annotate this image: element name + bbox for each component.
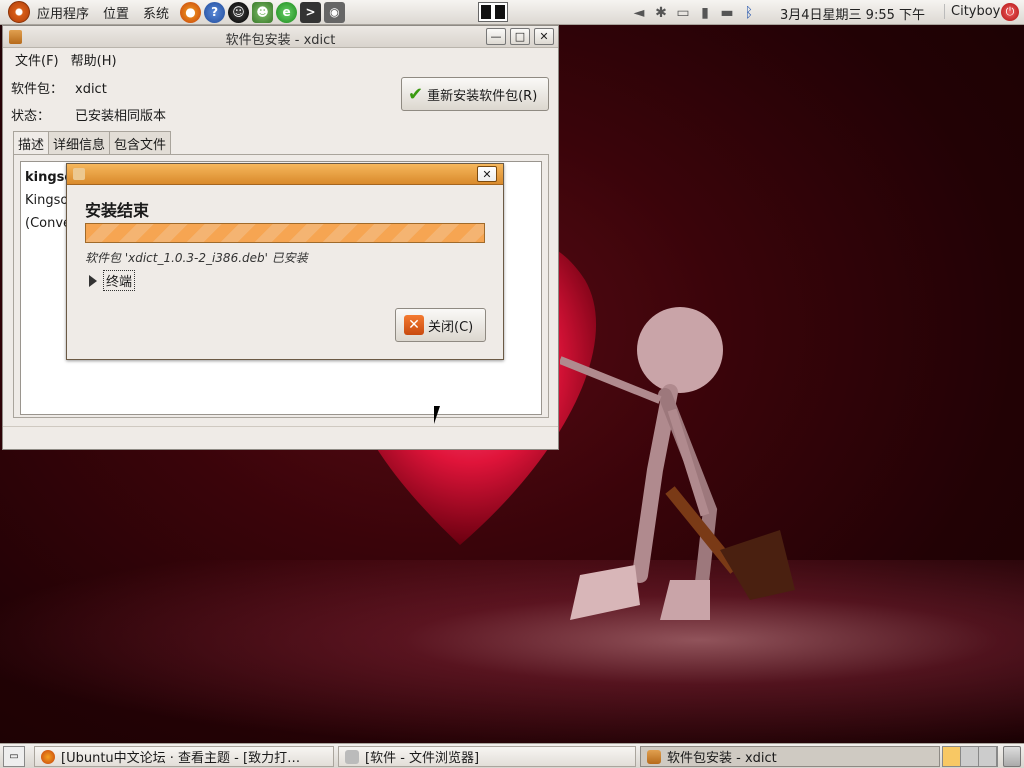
minimize-button[interactable]: — bbox=[486, 28, 506, 45]
workspace-pager[interactable] bbox=[942, 746, 998, 767]
progress-fill bbox=[86, 224, 484, 242]
volume-icon[interactable]: ◄ bbox=[630, 4, 648, 22]
firefox-icon[interactable]: ● bbox=[180, 1, 202, 23]
dialog-heading: 安装结束 bbox=[85, 201, 150, 220]
firefox-icon bbox=[41, 749, 55, 764]
folder-icon bbox=[345, 749, 359, 764]
task-label: [软件 - 文件浏览器] bbox=[365, 751, 480, 766]
help-icon[interactable]: ? bbox=[204, 1, 226, 23]
package-info: 软件包： xdict 状态： 已安装相同版本 bbox=[11, 76, 166, 130]
power-icon[interactable]: ⏻ bbox=[1001, 3, 1019, 21]
taskbar-item-installer[interactable]: 软件包安装 - xdict bbox=[640, 746, 940, 767]
status-value: 已安装相同版本 bbox=[75, 109, 167, 124]
reinstall-label: 重新安装软件包(R) bbox=[427, 88, 538, 104]
progress-bar bbox=[85, 223, 485, 243]
close-button-label: 关闭(C) bbox=[428, 319, 474, 335]
drive-icon[interactable]: ▬ bbox=[718, 4, 736, 22]
tab-description[interactable]: 描述 bbox=[13, 131, 50, 155]
wallpaper-floor bbox=[0, 560, 1024, 745]
show-desktop-icon[interactable]: ▭ bbox=[3, 745, 25, 767]
dialog-close-button[interactable]: ✕ 关闭(C) bbox=[395, 308, 486, 342]
bottom-panel: ▭ [Ubuntu中文论坛 · 查看主题 - [致力打… [软件 - 文件浏览器… bbox=[0, 743, 1024, 768]
window-title: 软件包安装 - xdict bbox=[225, 33, 336, 48]
package-value: xdict bbox=[75, 82, 107, 97]
tab-details[interactable]: 详细信息 bbox=[48, 131, 111, 155]
system-tray: ◄ ✱ ▭ ▮ ▬ ᛒ bbox=[630, 2, 758, 23]
bluetooth-icon[interactable]: ᛒ bbox=[740, 4, 758, 22]
menu-applications[interactable]: 应用程序 bbox=[30, 3, 96, 22]
expander-label: 终端 bbox=[103, 270, 136, 291]
taskbar-item-browser[interactable]: [Ubuntu中文论坛 · 查看主题 - [致力打… bbox=[34, 746, 334, 767]
status-bar bbox=[3, 426, 558, 448]
ubuntu-logo-icon[interactable] bbox=[8, 1, 30, 23]
messenger-icon[interactable]: ☻ bbox=[252, 1, 274, 23]
workspace-switcher[interactable] bbox=[478, 2, 508, 22]
ie-icon[interactable]: e bbox=[276, 1, 298, 23]
qq-icon[interactable]: ☺ bbox=[228, 1, 250, 23]
package-icon bbox=[73, 168, 85, 180]
network-icon[interactable]: ▮ bbox=[696, 4, 714, 22]
menu-help[interactable]: 帮助(H) bbox=[65, 50, 123, 69]
task-label: [Ubuntu中文论坛 · 查看主题 - [致力打… bbox=[61, 751, 301, 766]
close-button[interactable]: ✕ bbox=[534, 28, 554, 45]
terminal-expander[interactable]: 终端 bbox=[89, 270, 136, 291]
menu-file[interactable]: 文件(F) bbox=[9, 50, 65, 69]
dialog-message: 软件包 'xdict_1.0.3-2_i386.deb' 已安装 bbox=[85, 251, 308, 265]
window-titlebar[interactable]: 软件包安装 - xdict — □ ✕ bbox=[3, 26, 558, 48]
terminal-icon[interactable]: > bbox=[300, 1, 322, 23]
clock[interactable]: 3月4日星期三 9:55 下午 bbox=[780, 4, 925, 23]
dialog-close-icon[interactable]: ✕ bbox=[477, 166, 497, 182]
menu-places[interactable]: 位置 bbox=[96, 3, 136, 22]
camera-icon[interactable]: ◉ bbox=[324, 1, 346, 23]
package-icon bbox=[647, 749, 661, 764]
trash-icon[interactable] bbox=[1003, 746, 1021, 767]
install-finished-dialog: ✕ 安装结束 软件包 'xdict_1.0.3-2_i386.deb' 已安装 … bbox=[66, 163, 504, 360]
taskbar-item-filebrowser[interactable]: [软件 - 文件浏览器] bbox=[338, 746, 636, 767]
menubar: 文件(F) 帮助(H) bbox=[3, 48, 558, 70]
settings-icon[interactable]: ✱ bbox=[652, 4, 670, 22]
top-panel: 应用程序 位置 系统 ● ? ☺ ☻ e > ◉ ◄ ✱ ▭ ▮ ▬ ᛒ 3月4… bbox=[0, 0, 1024, 25]
wallpaper-figure bbox=[560, 307, 795, 620]
check-icon: ✔ bbox=[408, 83, 424, 105]
tab-bar: 描述 详细信息 包含文件 bbox=[13, 131, 172, 155]
task-label: 软件包安装 - xdict bbox=[667, 751, 777, 766]
dialog-titlebar[interactable]: ✕ bbox=[67, 164, 503, 185]
cancel-icon: ✕ bbox=[404, 315, 424, 335]
mouse-pointer-icon bbox=[434, 406, 446, 424]
maximize-button[interactable]: □ bbox=[510, 28, 530, 45]
package-label: 软件包： bbox=[11, 82, 64, 97]
printer-icon[interactable]: ▭ bbox=[674, 4, 692, 22]
expander-arrow-icon bbox=[89, 274, 97, 287]
reinstall-button[interactable]: ✔ 重新安装软件包(R) bbox=[401, 77, 549, 111]
tab-files[interactable]: 包含文件 bbox=[109, 131, 172, 155]
status-label: 状态： bbox=[11, 109, 51, 124]
menu-system[interactable]: 系统 bbox=[136, 3, 176, 22]
user-menu[interactable]: Cityboy bbox=[944, 4, 1000, 19]
